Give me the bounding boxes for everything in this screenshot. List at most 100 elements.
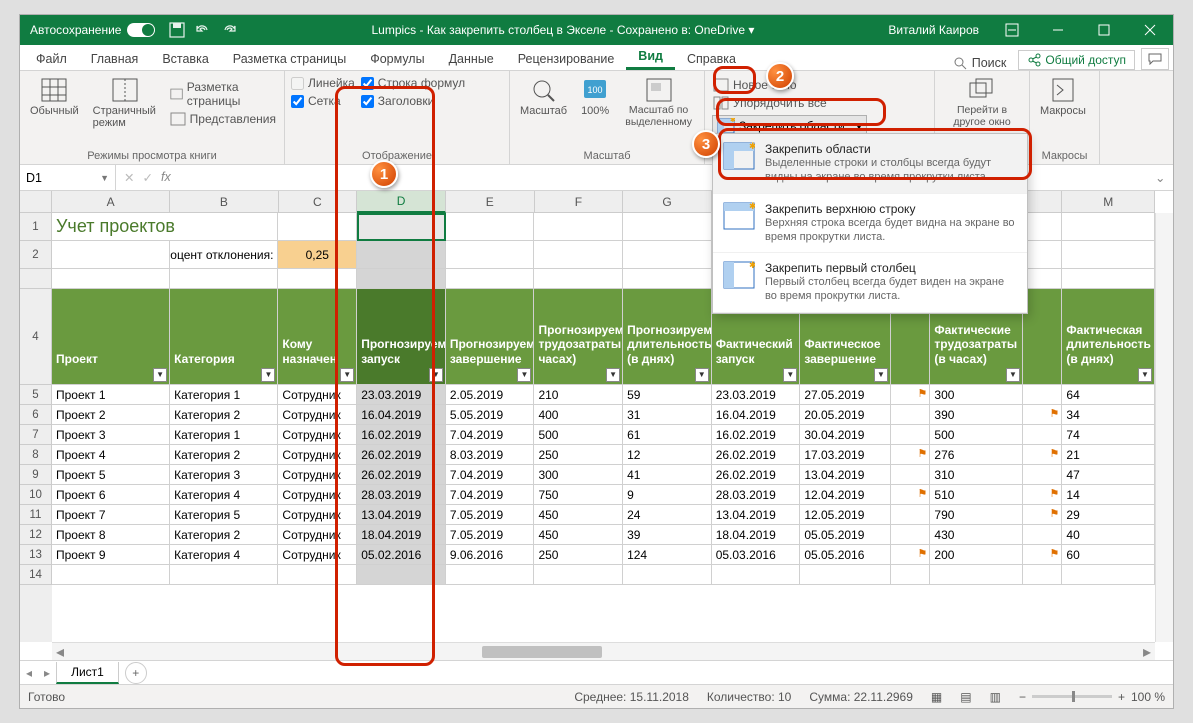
cell[interactable]: 300 [930, 385, 1023, 405]
cell[interactable]: Кому назначен▼ [278, 289, 357, 385]
cell[interactable]: Категория 2 [170, 405, 278, 425]
row-header-8[interactable]: 8 [20, 445, 52, 465]
cell[interactable]: 13.04.2019 [712, 505, 801, 525]
cell[interactable]: Фактическая длительность (в днях)▼ [1062, 289, 1155, 385]
row-header-12[interactable]: 12 [20, 525, 52, 545]
tab-вид[interactable]: Вид [626, 45, 675, 70]
cell[interactable] [1062, 565, 1155, 585]
cell[interactable]: 8.03.2019 [446, 445, 535, 465]
cell[interactable]: 500 [534, 425, 623, 445]
cell[interactable]: 790 [930, 505, 1023, 525]
cell[interactable]: 510 [930, 485, 1023, 505]
cell[interactable]: 39 [623, 525, 712, 545]
view-break-icon[interactable]: ▥ [990, 690, 1001, 704]
cell[interactable]: 276 [930, 445, 1023, 465]
cell[interactable]: Сотрудник [278, 525, 357, 545]
row-header-11[interactable]: 11 [20, 505, 52, 525]
cell[interactable]: 34 [1062, 405, 1155, 425]
cell[interactable]: Категория 2 [170, 525, 278, 545]
cell[interactable]: ⚑ [1023, 445, 1062, 465]
cell[interactable] [891, 525, 930, 545]
cell[interactable]: 18.04.2019 [712, 525, 801, 545]
cell[interactable]: ⚑ [891, 545, 930, 565]
cell[interactable] [891, 505, 930, 525]
cell[interactable]: ⚑ [1023, 485, 1062, 505]
cell[interactable]: 74 [1062, 425, 1155, 445]
cell[interactable]: Сотрудник [278, 545, 357, 565]
cell[interactable] [534, 269, 623, 289]
cell[interactable]: ⚑ [1023, 545, 1062, 565]
cell[interactable] [623, 565, 712, 585]
cell[interactable] [170, 565, 278, 585]
cell[interactable]: 64 [1062, 385, 1155, 405]
cell[interactable]: 450 [534, 505, 623, 525]
comments-button[interactable] [1141, 48, 1169, 70]
cell[interactable] [170, 269, 278, 289]
row-header-2[interactable]: 2 [20, 241, 52, 269]
cell[interactable]: 30.04.2019 [800, 425, 891, 445]
expand-formula-icon[interactable]: ⌄ [1155, 170, 1173, 185]
cell[interactable]: 124 [623, 545, 712, 565]
cell[interactable] [623, 269, 712, 289]
fx-icon[interactable]: fx [161, 170, 171, 185]
headings-checkbox[interactable]: Заголовки [361, 93, 465, 109]
col-header-A[interactable]: A [52, 191, 170, 213]
tab-разметка страницы[interactable]: Разметка страницы [221, 48, 358, 70]
cell[interactable]: Проект 7 [52, 505, 170, 525]
cell[interactable]: Сотрудник [278, 445, 357, 465]
save-icon[interactable] [169, 22, 185, 38]
cell[interactable] [891, 465, 930, 485]
cell[interactable]: Категория 1 [170, 385, 278, 405]
cell[interactable]: Учет проектов [52, 213, 278, 241]
cell[interactable] [357, 565, 446, 585]
cell[interactable] [1023, 289, 1062, 385]
cell[interactable] [534, 241, 623, 269]
cell[interactable] [1023, 425, 1062, 445]
cell[interactable]: 16.02.2019 [712, 425, 801, 445]
col-header-E[interactable]: E [446, 191, 535, 213]
cell[interactable]: 23.03.2019 [712, 385, 801, 405]
col-header-D[interactable]: D [357, 191, 446, 213]
cell[interactable] [800, 565, 891, 585]
cell[interactable]: Проект 8 [52, 525, 170, 545]
cell[interactable]: 7.04.2019 [446, 425, 535, 445]
col-header-F[interactable]: F [535, 191, 624, 213]
select-all-corner[interactable] [20, 191, 52, 213]
cell[interactable]: Сотрудник [278, 485, 357, 505]
cell[interactable] [623, 241, 712, 269]
horizontal-scroll-thumb[interactable] [482, 646, 602, 658]
cell[interactable]: 40 [1062, 525, 1155, 545]
cell[interactable]: Проект 3 [52, 425, 170, 445]
cell[interactable]: 7.04.2019 [446, 485, 535, 505]
enter-formula-icon[interactable]: ✓ [142, 170, 152, 185]
cell[interactable] [930, 565, 1023, 585]
tab-справка[interactable]: Справка [675, 48, 748, 70]
cell[interactable]: Проект▼ [52, 289, 170, 385]
row-header-5[interactable]: 5 [20, 385, 52, 405]
row-headers[interactable]: 124567891011121314 [20, 213, 52, 642]
cell[interactable] [1023, 565, 1062, 585]
cell[interactable]: 12 [623, 445, 712, 465]
cell[interactable]: 29 [1062, 505, 1155, 525]
autosave-toggle[interactable] [127, 23, 155, 37]
cell[interactable] [1062, 213, 1155, 241]
col-header-B[interactable]: B [170, 191, 278, 213]
zoom-100-button[interactable]: 100100% [577, 75, 613, 119]
cell[interactable] [52, 241, 170, 269]
view-normal-icon[interactable]: ▦ [931, 690, 942, 704]
horizontal-scrollbar[interactable]: ◂ ▸ [52, 642, 1155, 660]
cell[interactable]: 14 [1062, 485, 1155, 505]
cell[interactable]: Сотрудник [278, 505, 357, 525]
cell[interactable]: Проект 6 [52, 485, 170, 505]
cell[interactable]: 13.04.2019 [800, 465, 891, 485]
row-header-4[interactable]: 4 [20, 289, 52, 385]
cell[interactable]: 450 [534, 525, 623, 545]
cell[interactable]: 28.03.2019 [712, 485, 801, 505]
tab-рецензирование[interactable]: Рецензирование [506, 48, 627, 70]
cell[interactable]: 0,25 [278, 241, 357, 269]
row-header-1[interactable]: 1 [20, 213, 52, 241]
row-header-13[interactable]: 13 [20, 545, 52, 565]
cell[interactable] [52, 565, 170, 585]
add-sheet-button[interactable]: + [125, 662, 147, 684]
cell[interactable]: 750 [534, 485, 623, 505]
